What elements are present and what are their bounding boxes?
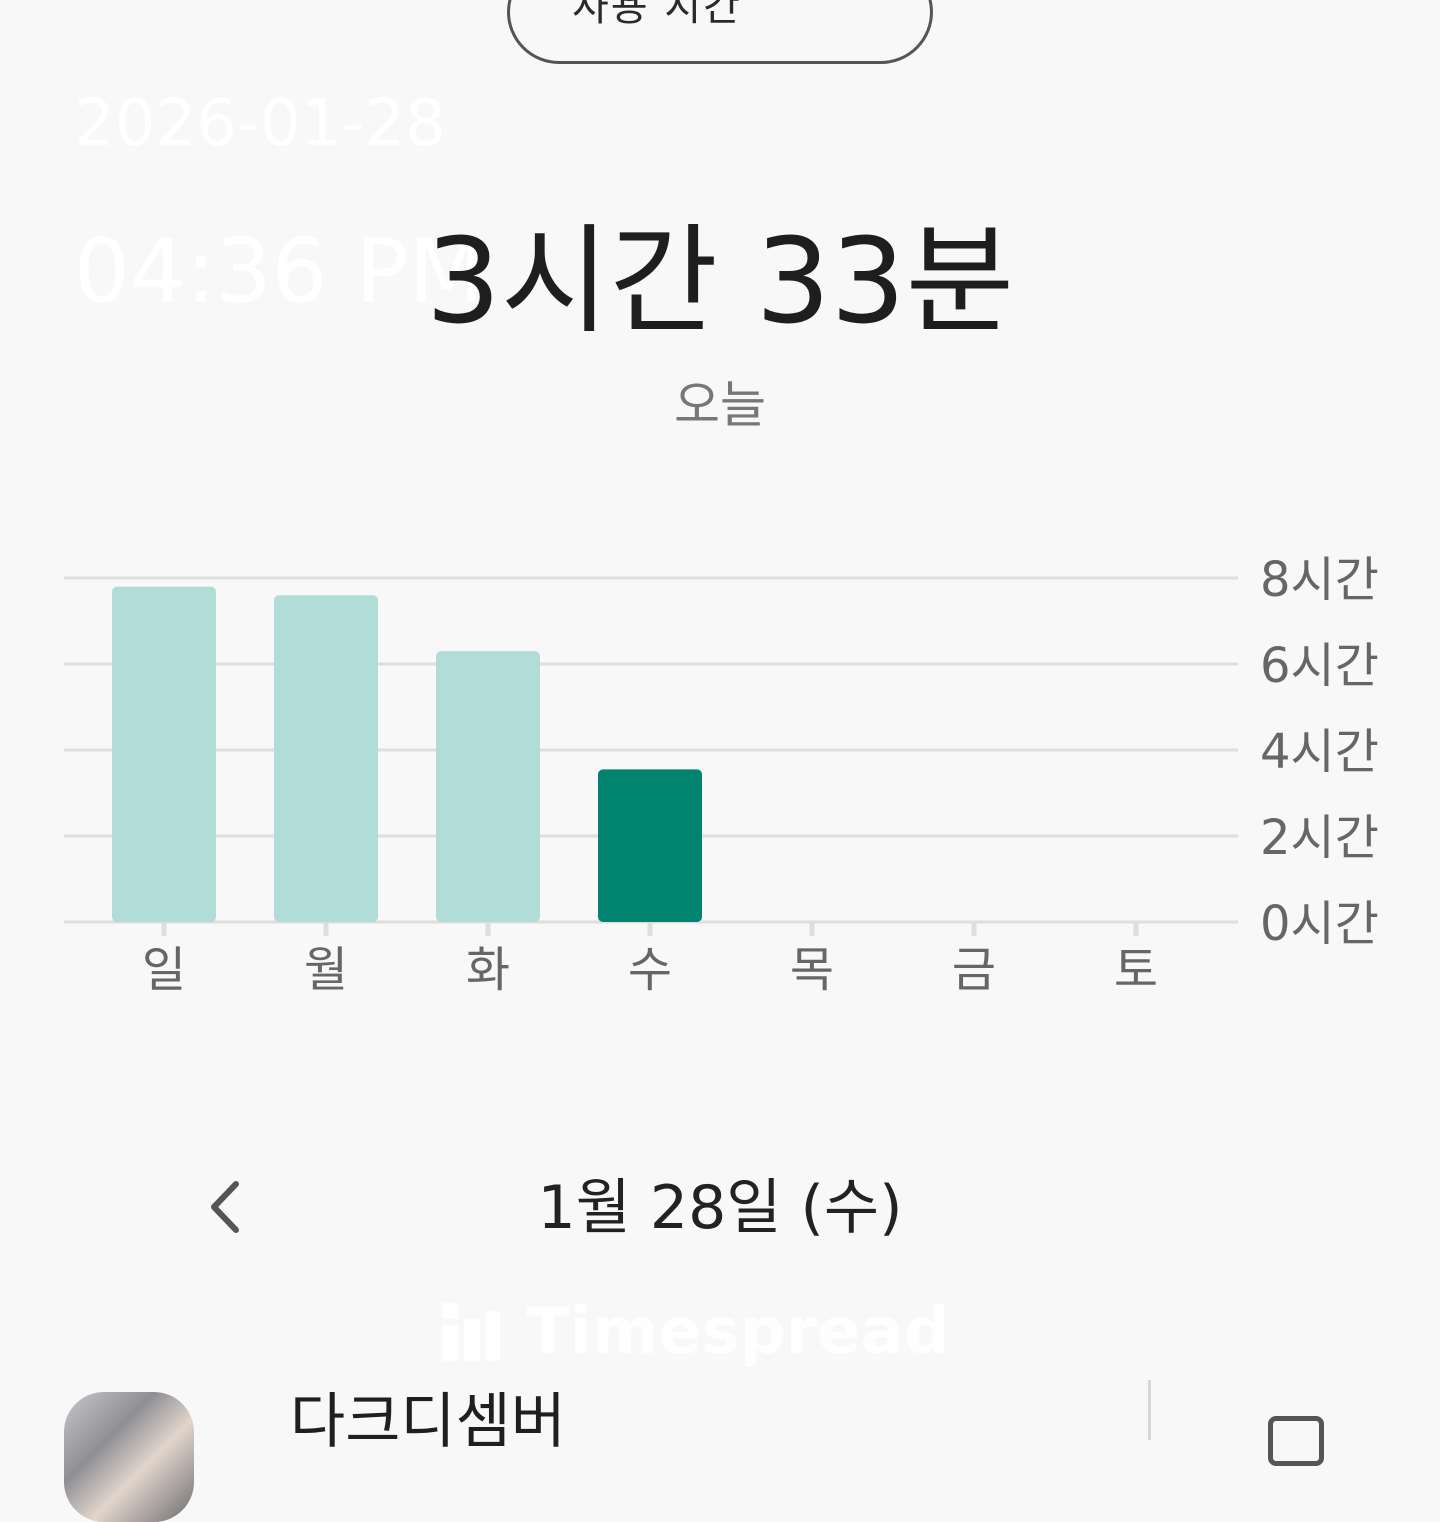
x-tick-label: 화 bbox=[466, 942, 510, 998]
total-usage-time: 3시간 33분 bbox=[425, 212, 1015, 350]
usage-bar-2[interactable] bbox=[436, 651, 540, 922]
overlay-date-stamp: 2026-01-28 bbox=[74, 87, 446, 161]
y-tick-label: 4시간 bbox=[1260, 724, 1379, 780]
caret-down-icon bbox=[802, 0, 834, 7]
x-tick-label: 월 bbox=[304, 942, 348, 998]
x-tick-label: 토 bbox=[1114, 942, 1158, 998]
timespread-logo-icon bbox=[442, 1303, 500, 1361]
y-tick-label: 2시간 bbox=[1260, 810, 1379, 866]
weekly-usage-chart[interactable]: 0시간 2시간 4시간 6시간 8시간일 월 화 수 목 금 토 bbox=[0, 540, 1440, 1010]
watermark: Timespread bbox=[440, 1295, 950, 1369]
date-navigation: 1월 28일 (수) bbox=[0, 1160, 1440, 1260]
usage-bar-3[interactable] bbox=[598, 769, 702, 922]
y-tick-label: 0시간 bbox=[1260, 896, 1379, 952]
y-tick-label: 8시간 bbox=[1260, 552, 1379, 608]
y-tick-label: 6시간 bbox=[1260, 638, 1379, 694]
usage-bar-0[interactable] bbox=[112, 586, 216, 922]
dropdown-label: 사용 시간 bbox=[572, 0, 742, 30]
selected-date-label: 1월 28일 (수) bbox=[537, 1173, 903, 1243]
usage-bar-1[interactable] bbox=[274, 595, 378, 922]
app-name: 다크디셈버 bbox=[290, 1387, 566, 1457]
x-tick-label: 금 bbox=[952, 942, 996, 998]
timer-icon[interactable] bbox=[1268, 1416, 1324, 1466]
x-tick-label: 일 bbox=[142, 942, 186, 998]
period-label: 오늘 bbox=[674, 376, 766, 434]
x-tick-label: 목 bbox=[790, 942, 834, 998]
watermark-text: Timespread bbox=[526, 1295, 950, 1369]
usage-type-dropdown[interactable]: 사용 시간 bbox=[507, 0, 933, 64]
app-icon bbox=[64, 1392, 194, 1522]
row-divider bbox=[1148, 1380, 1151, 1440]
x-tick-label: 수 bbox=[628, 942, 672, 998]
app-usage-row[interactable]: 다크디셈버 bbox=[0, 1380, 1440, 1522]
